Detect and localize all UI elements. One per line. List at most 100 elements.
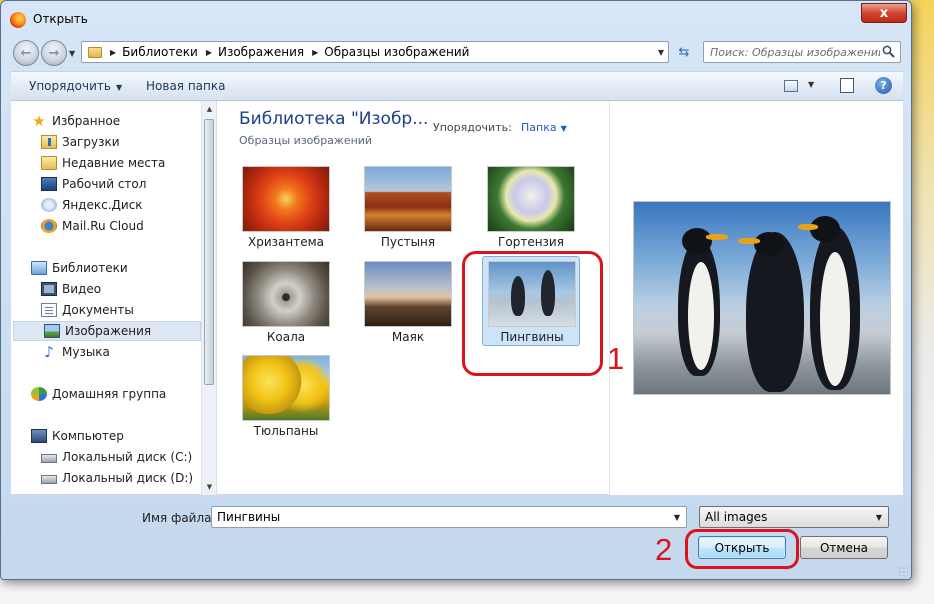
annotation-step-2: 2 [655,532,673,567]
preview-pane-icon[interactable] [840,78,854,93]
nav-disk-d[interactable]: Локальный диск (D:) [11,468,201,488]
annotation-step-1: 1 [607,341,625,376]
nav-label: Рабочий стол [62,177,147,191]
star-icon: ★ [32,112,46,130]
file-thumbnail[interactable]: Пустыня [359,162,457,252]
breadcrumb-separator[interactable]: ▶ [206,48,212,57]
title-bar[interactable]: Открыть x [1,1,911,37]
file-thumbnail[interactable]: Гортензия [482,162,580,252]
cancel-button[interactable]: Отмена [800,536,888,559]
nav-recent-places[interactable]: Недавние места [11,153,201,173]
nav-homegroup[interactable]: Домашняя группа [11,384,201,404]
nav-favorites[interactable]: ★ Избранное [11,111,201,131]
organize-label: Упорядочить [29,79,111,93]
back-icon: ← [20,45,32,61]
tulips-image [242,355,330,421]
arrange-by-value: Папка [521,121,557,134]
downloads-folder-icon [41,135,57,149]
drive-icon [41,454,57,463]
app-icon [10,12,26,28]
breadcrumb-separator[interactable]: ▶ [312,48,318,57]
chevron-down-icon: ▼ [875,513,882,522]
breadcrumb-sample-pictures[interactable]: Образцы изображений [324,45,469,59]
search-input[interactable] [710,45,880,59]
forward-button[interactable]: → [41,40,67,66]
open-file-dialog: Открыть x ← → ▼ ▶ Библиотеки ▶ Изображен… [0,0,912,580]
nav-label: Яндекс.Диск [62,198,143,212]
search-box[interactable] [703,41,901,63]
file-thumbnail[interactable]: Тюльпаны [237,351,335,441]
desert-image [364,166,452,232]
file-name: Пустыня [380,235,436,249]
mailru-icon [41,219,57,233]
scroll-up-arrow[interactable]: ▲ [202,101,216,117]
nav-mailru-cloud[interactable]: Mail.Ru Cloud [11,216,201,236]
new-folder-button[interactable]: Новая папка [146,79,225,93]
address-bar[interactable]: ▶ Библиотеки ▶ Изображения ▶ Образцы изо… [81,41,669,63]
nav-label: Недавние места [62,156,166,170]
nav-computer[interactable]: Компьютер [11,426,201,446]
cloud-icon [41,198,57,212]
back-button[interactable]: ← [13,40,39,66]
views-icon[interactable] [784,80,798,92]
nav-documents[interactable]: Документы [11,300,201,320]
documents-icon [41,303,57,317]
nav-label: Документы [62,303,134,317]
breadcrumb-libraries[interactable]: Библиотеки [122,45,198,59]
help-icon[interactable]: ? [875,77,892,94]
arrange-by-label: Упорядочить: [433,121,512,134]
arrange-by-dropdown[interactable]: Папка ▼ [521,121,567,134]
scroll-thumb[interactable] [204,119,214,385]
nav-images[interactable]: Изображения [13,321,201,341]
nav-desktop[interactable]: Рабочий стол [11,174,201,194]
recent-pages-dropdown[interactable]: ▼ [69,49,75,58]
nav-libraries[interactable]: Библиотеки [11,258,201,278]
refresh-button[interactable]: ⇆ [673,41,695,63]
nav-downloads[interactable]: Загрузки [11,132,201,152]
nav-label: Библиотеки [52,261,128,275]
nav-label: Локальный диск (D:) [62,471,194,485]
nav-label: Локальный диск (C:) [62,450,193,464]
nav-yandex-disk[interactable]: Яндекс.Диск [11,195,201,215]
breadcrumb-images[interactable]: Изображения [218,45,304,59]
nav-music[interactable]: ♪ Музыка [11,342,201,362]
filename-value: Пингвины [217,510,281,524]
folder-icon [88,46,102,58]
scroll-down-arrow[interactable]: ▼ [202,479,216,495]
chevron-down-icon[interactable]: ▼ [674,513,680,522]
resize-grip[interactable] [898,566,908,576]
file-thumbnail[interactable]: Маяк [359,257,457,347]
file-thumbnail[interactable]: Коала [237,257,335,347]
filename-label: Имя файла: [142,511,216,525]
chevron-down-icon: ▼ [560,124,567,133]
drive-icon [41,475,57,484]
file-name: Гортензия [498,235,564,249]
library-subtitle: Образцы изображений [239,134,373,147]
filetype-value: All images [705,510,768,524]
views-dropdown[interactable]: ▼ [808,80,814,89]
file-thumbnail[interactable]: Хризантема [237,162,335,252]
filename-field[interactable]: Пингвины ▼ [211,506,687,528]
file-name: Тюльпаны [253,424,319,438]
window-title: Открыть [33,12,88,26]
nav-scrollbar[interactable]: ▲ ▼ [201,101,216,495]
search-icon [882,45,895,58]
close-button[interactable]: x [861,3,907,23]
file-name: Маяк [391,330,425,344]
navigation-pane: ★ Избранное Загрузки Недавние места Рабо… [11,101,217,495]
filetype-select[interactable]: All images ▼ [699,506,889,528]
breadcrumb-separator[interactable]: ▶ [110,48,116,57]
annotation-highlight-open-button [685,529,799,569]
nav-label: Музыка [62,345,110,359]
nav-disk-c[interactable]: Локальный диск (C:) [11,447,201,467]
nav-label: Компьютер [52,429,124,443]
hydrangeas-image [487,166,575,232]
address-dropdown[interactable]: ▼ [658,48,664,57]
nav-video[interactable]: Видео [11,279,201,299]
address-row: ← → ▼ ▶ Библиотеки ▶ Изображения ▶ Образ… [1,37,911,67]
organize-button[interactable]: Упорядочить ▼ [29,79,122,93]
chrysanthemum-image [242,166,330,232]
recent-places-icon [41,156,57,170]
images-icon [44,324,60,338]
music-icon: ♪ [44,343,54,361]
